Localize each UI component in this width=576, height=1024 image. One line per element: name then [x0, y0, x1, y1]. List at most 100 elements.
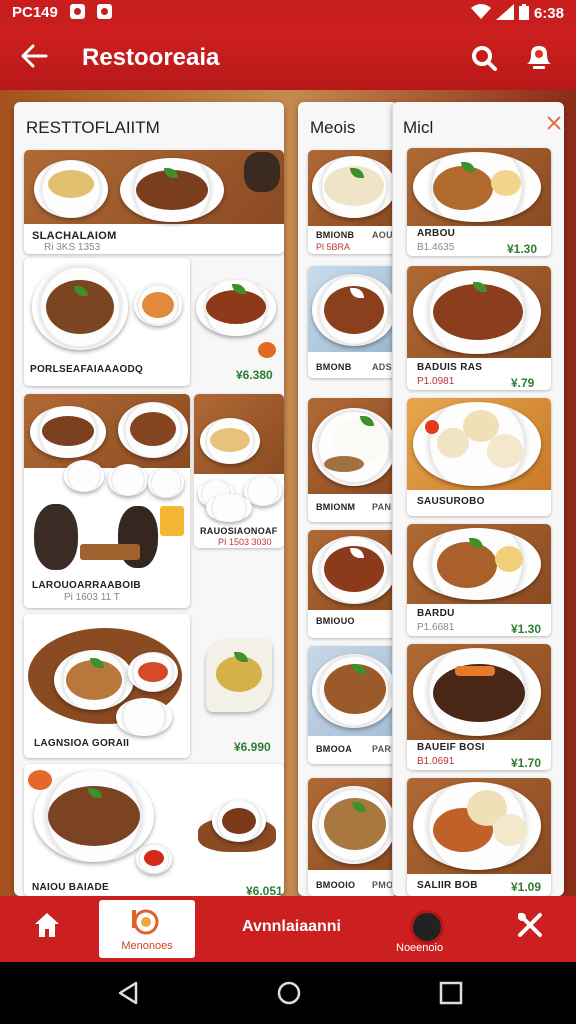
menu-tab[interactable]: Menonoes	[99, 900, 195, 958]
item-sub: B1.0691	[417, 756, 455, 767]
list-item[interactable]: SAUSUROBO	[407, 398, 551, 516]
food-photo	[216, 656, 262, 692]
item-sub: Pl 5BRA	[316, 242, 351, 252]
close-button[interactable]	[546, 114, 562, 137]
back-button[interactable]	[18, 40, 50, 77]
panel-title: Meois	[310, 118, 356, 137]
status-bar: PC149 6:38	[0, 0, 576, 26]
menu-tab-label: Menonoes	[121, 940, 173, 952]
item-name: PORLSEAFAIAAAODQ	[30, 364, 144, 375]
food-photo	[108, 464, 148, 496]
item-name: BAUEIF BOSI	[417, 742, 485, 753]
item-name: BMOOA	[316, 744, 352, 754]
list-item[interactable]: RAUOSIAONOAF PI 1503 3030	[194, 394, 284, 548]
food-photo	[148, 468, 184, 498]
food-photo	[64, 460, 104, 492]
item-price: ¥6.051	[246, 884, 283, 896]
list-item[interactable]: ARBOU B1.4635 ¥1.30	[407, 148, 551, 256]
item-name: BMIOUO	[316, 616, 355, 626]
list-item[interactable]: SLACHALAIOM Ri 3KS 1353	[24, 150, 284, 254]
home-tab[interactable]	[32, 910, 62, 940]
item-price: ¥1.09	[511, 880, 542, 894]
food-photo	[206, 290, 266, 324]
drink-photo	[160, 506, 184, 536]
list-item[interactable]: NAIOU BAIADE ¥6.051	[24, 764, 284, 896]
table-photo	[80, 544, 140, 560]
center-tab-label[interactable]: Avnnlaiaanni	[242, 918, 341, 936]
list-item[interactable]: BMOOIO PMOR	[308, 778, 398, 896]
item-name: BADUIS RAS	[417, 362, 483, 373]
status-right: 6:38	[471, 4, 564, 22]
page-title: Restooreaia	[82, 44, 220, 71]
bottom-nav: Menonoes Avnnlaiaanni Noeenoio	[0, 896, 576, 962]
food-photo	[487, 434, 523, 468]
item-price: ¥6.380	[236, 368, 273, 382]
person-photo	[34, 504, 78, 570]
search-icon	[472, 46, 497, 71]
food-photo	[222, 808, 256, 834]
food-photo	[493, 814, 527, 846]
item-price: ¥6.990	[234, 740, 271, 754]
item-sub: PI 1503 3030	[218, 537, 272, 547]
list-item[interactable]: ¥6.380	[192, 258, 284, 386]
item-name: RAUOSIAONOAF	[200, 526, 278, 536]
notification-icon	[97, 4, 113, 19]
utensils-icon	[518, 913, 542, 937]
item-name: BMIONM	[316, 502, 356, 512]
list-item[interactable]: BMIONB AOUE Pl 5BRA	[308, 150, 398, 254]
status-time: 6:38	[533, 5, 564, 22]
list-item[interactable]: SALIIR BOB ¥1.09	[407, 778, 551, 896]
system-nav-bar	[0, 962, 576, 1024]
food-photo	[138, 662, 168, 682]
battery-icon	[518, 4, 529, 20]
restaurant-panel: RESTTOFLAIITM SLACHALAIOM Ri 3KS 1353 PO…	[14, 102, 284, 896]
wifi-icon	[471, 4, 492, 19]
close-icon	[547, 116, 561, 130]
notifications-button[interactable]	[523, 42, 555, 72]
food-photo	[425, 420, 439, 434]
list-item[interactable]: LAROUOARRAABOIB Pi 1603 11 T	[24, 394, 190, 608]
food-photo	[48, 170, 94, 198]
orders-tab-label[interactable]: Noeenoio	[396, 942, 443, 954]
item-name: NAIOU BAIADE	[32, 882, 109, 893]
item-name: LAGNSIOA GORAII	[34, 738, 130, 749]
item-price: ¥.79	[511, 376, 535, 390]
menu-icon	[132, 909, 159, 935]
item-name: ARBOU	[417, 228, 456, 239]
item-sub: P1.0981	[417, 376, 455, 387]
list-item[interactable]: ¥6.990	[194, 614, 284, 758]
list-item[interactable]: BAUEIF BOSI B1.0691 ¥1.70	[407, 644, 551, 770]
sauce-photo	[258, 342, 276, 358]
food-photo	[206, 494, 252, 522]
list-item[interactable]: BARDU P1.6681 ¥1.30	[407, 524, 551, 636]
utensils-tab[interactable]	[515, 910, 545, 940]
list-item[interactable]: BMIONM PANIE	[308, 398, 398, 522]
item-name: LAROUOARRAABOIB	[32, 580, 141, 591]
sauce-photo	[28, 770, 52, 790]
item-sub: Pi 1603 11 T	[64, 592, 120, 603]
list-item[interactable]: BMONB ADSS	[308, 266, 398, 378]
food-photo	[491, 170, 521, 196]
bell-icon	[527, 46, 551, 69]
food-photo	[42, 416, 94, 446]
signal-icon	[495, 4, 514, 20]
list-item[interactable]: LAGNSIOA GORAII	[24, 614, 190, 758]
food-photo	[433, 166, 493, 210]
list-item[interactable]: PORLSEAFAIAAAODQ	[24, 258, 190, 386]
item-name: BMIONB	[316, 230, 355, 240]
home-nav-icon[interactable]	[276, 980, 302, 1006]
search-button[interactable]	[470, 44, 498, 72]
home-icon	[35, 913, 59, 937]
panel-title: RESTTOFLAIITM	[26, 118, 160, 137]
item-price: ¥1.70	[511, 756, 542, 770]
list-item[interactable]: BMOOA PARIE	[308, 646, 398, 764]
item-price: ¥1.30	[511, 622, 542, 636]
list-item[interactable]: BMIOUO	[308, 530, 398, 638]
recents-nav-icon[interactable]	[438, 980, 464, 1006]
status-left: PC149	[12, 4, 113, 21]
back-nav-icon[interactable]	[116, 980, 142, 1006]
person-photo	[244, 152, 280, 192]
panel-title: Micl	[403, 118, 434, 137]
orders-icon[interactable]	[410, 910, 444, 944]
list-item[interactable]: BADUIS RAS P1.0981 ¥.79	[407, 266, 551, 390]
